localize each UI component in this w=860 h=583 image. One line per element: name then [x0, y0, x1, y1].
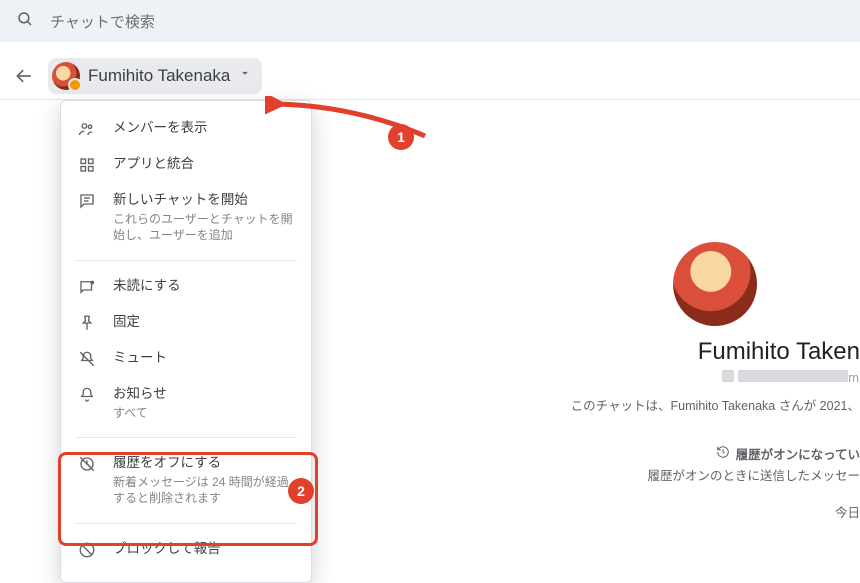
history-off-icon	[77, 454, 97, 474]
menu-new-chat[interactable]: 新しいチャットを開始 これらのユーザーとチャットを開始し、ユーザーを追加	[61, 183, 311, 252]
menu-item-label: 固定	[113, 313, 140, 331]
back-button[interactable]	[8, 60, 40, 92]
search-bar[interactable]: チャットで検索	[0, 0, 860, 42]
unread-icon	[77, 277, 97, 297]
history-icon	[716, 445, 730, 462]
avatar-large	[673, 242, 757, 326]
annotation-badge-1: 1	[388, 124, 414, 150]
chat-created-text: このチャットは、Fumihito Takenaka さんが 2021、	[570, 395, 860, 414]
menu-item-sublabel: すべて	[113, 405, 167, 421]
menu-item-label: アプリと統合	[113, 155, 194, 173]
menu-divider	[75, 437, 297, 438]
chat-title-dropdown[interactable]: Fumihito Takenaka	[48, 58, 262, 94]
mute-icon	[77, 349, 97, 369]
people-icon	[77, 119, 97, 139]
chat-icon	[77, 191, 97, 211]
contact-email: m	[570, 370, 860, 385]
menu-mute[interactable]: ミュート	[61, 341, 311, 377]
apps-icon	[77, 155, 97, 175]
menu-item-label: 未読にする	[113, 277, 181, 295]
menu-divider	[75, 523, 297, 524]
menu-item-label: メンバーを表示	[113, 119, 208, 137]
menu-block-report[interactable]: ブロックして報告	[61, 532, 311, 568]
menu-item-sublabel: これらのユーザーとチャットを開始し、ユーザーを追加	[113, 211, 295, 243]
chat-title: Fumihito Takenaka	[88, 66, 230, 86]
menu-view-members[interactable]: メンバーを表示	[61, 111, 311, 147]
chat-options-menu: メンバーを表示 アプリと統合 新しいチャットを開始 これらのユーザーとチャットを…	[60, 100, 312, 583]
pin-icon	[77, 313, 97, 333]
date-label: 今日	[570, 502, 860, 521]
menu-item-sublabel: 新着メッセージは 24 時間が経過すると削除されます	[113, 474, 295, 506]
history-status-title: 履歴がオンになってい	[736, 444, 860, 463]
chat-header: Fumihito Takenaka	[0, 52, 860, 100]
bell-icon	[77, 385, 97, 405]
history-status-sub: 履歴がオンのときに送信したメッセー	[570, 465, 860, 484]
search-placeholder: チャットで検索	[50, 11, 155, 32]
menu-notifications[interactable]: お知らせ すべて	[61, 377, 311, 429]
chevron-down-icon	[238, 66, 252, 85]
menu-item-label: ブロックして報告	[113, 540, 221, 558]
menu-history-off[interactable]: 履歴をオフにする 新着メッセージは 24 時間が経過すると削除されます	[61, 446, 311, 515]
menu-item-label: 新しいチャットを開始	[113, 191, 295, 209]
block-icon	[77, 540, 97, 560]
menu-item-label: お知らせ	[113, 385, 167, 403]
search-icon	[16, 10, 34, 33]
avatar	[52, 62, 80, 90]
contact-name: Fumihito Taken	[570, 338, 860, 366]
menu-item-label: ミュート	[113, 349, 167, 367]
menu-apps-integrations[interactable]: アプリと統合	[61, 147, 311, 183]
menu-mark-unread[interactable]: 未読にする	[61, 269, 311, 305]
chat-info-panel: Fumihito Taken m このチャットは、Fumihito Takena…	[570, 242, 860, 521]
menu-divider	[75, 260, 297, 261]
menu-item-label: 履歴をオフにする	[113, 454, 295, 472]
menu-pin[interactable]: 固定	[61, 305, 311, 341]
